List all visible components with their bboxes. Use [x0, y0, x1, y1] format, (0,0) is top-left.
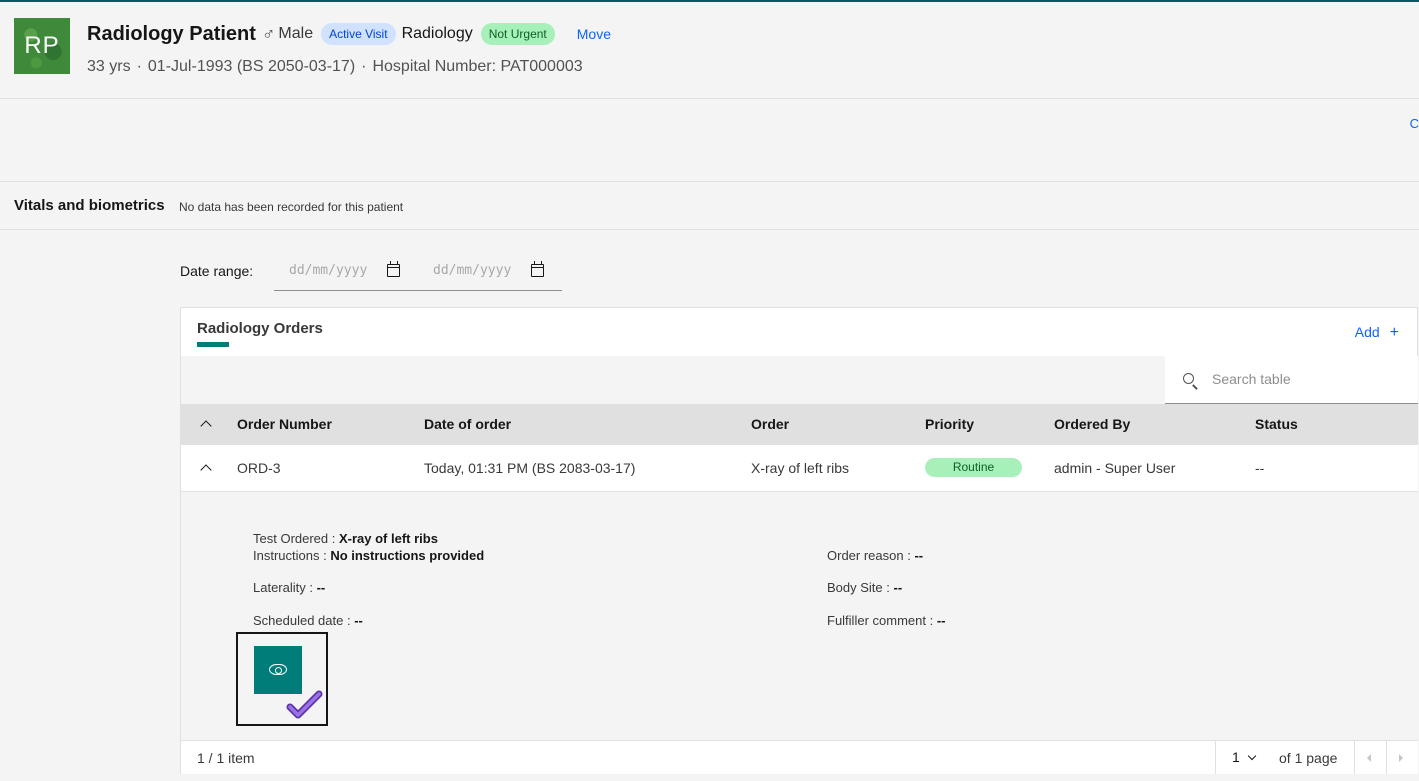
order-number: ORD-3 — [237, 460, 281, 476]
eye-icon — [269, 664, 287, 675]
detail-label: Body Site : — [827, 580, 894, 595]
pagination-bar: 1 / 1 item 1 of 1 page — [181, 740, 1418, 774]
vitals-empty-note: No data has been recorded for this patie… — [179, 200, 404, 214]
page-select[interactable]: 1 — [1232, 749, 1257, 765]
date-range-label: Date range: — [180, 263, 254, 279]
next-page-button[interactable] — [1386, 741, 1418, 774]
view-results-highlight — [236, 632, 328, 726]
detail-label: Order reason : — [827, 548, 915, 563]
table-header: Order Number Date of order Order Priorit… — [181, 404, 1418, 445]
patient-location: Radiology — [401, 25, 473, 42]
fulfiller-comment-detail: Fulfiller comment : -- — [827, 613, 945, 628]
chevron-down-icon — [1247, 751, 1257, 761]
patient-gender: Male — [278, 25, 314, 42]
order-name: X-ray of left ribs — [751, 460, 850, 476]
test-ordered-detail: Test Ordered : X-ray of left ribs — [253, 531, 438, 546]
patient-banner: RP Radiology Patient ♂ Male Active Visit… — [0, 2, 1419, 99]
current-page: 1 — [1232, 749, 1240, 765]
instructions-detail: Instructions : No instructions provided — [253, 548, 484, 563]
scheduled-date-detail: Scheduled date : -- — [253, 613, 363, 628]
column-header-priority[interactable]: Priority — [925, 416, 974, 432]
empty-banner-band: C — [0, 99, 1419, 182]
order-date: Today, 01:31 PM (BS 2083-03-17) — [424, 460, 636, 476]
end-date-placeholder: dd/mm/yyyy — [433, 263, 512, 278]
search-icon — [1183, 373, 1194, 384]
detail-value: No instructions provided — [330, 548, 485, 563]
patient-name: Radiology Patient — [87, 22, 256, 45]
hospital-number: Hospital Number: PAT000003 — [372, 58, 583, 75]
table-toolbar: Search table — [181, 356, 1418, 404]
detail-value: -- — [354, 613, 363, 628]
start-date-placeholder: dd/mm/yyyy — [289, 263, 368, 278]
detail-value: -- — [936, 613, 946, 628]
order-status: -- — [1255, 460, 1265, 476]
order-reason-detail: Order reason : -- — [827, 548, 923, 563]
detail-label: Test Ordered : — [253, 531, 339, 546]
start-date-input[interactable]: dd/mm/yyyy — [274, 253, 418, 291]
page-total: of 1 page — [1279, 750, 1338, 766]
radiology-orders-card: Radiology Orders Add + Search table Order… — [180, 307, 1418, 774]
plus-icon: + — [1389, 324, 1399, 341]
calendar-icon[interactable] — [387, 261, 400, 277]
detail-label: Laterality : — [253, 580, 317, 595]
column-header-ordered-by[interactable]: Ordered By — [1054, 416, 1130, 432]
checkmark-icon — [286, 690, 323, 719]
column-header-order-number[interactable]: Order Number — [237, 416, 332, 432]
vitals-title: Vitals and biometrics — [14, 197, 165, 214]
urgency-badge: Not Urgent — [480, 23, 555, 45]
column-header-date[interactable]: Date of order — [424, 416, 511, 432]
pager: 1 of 1 page — [1215, 741, 1418, 774]
separator: · — [136, 58, 142, 75]
collapse-row-chevron-icon[interactable] — [200, 464, 212, 476]
order-details-panel: Test Ordered : X-ray of left ribs Instru… — [181, 492, 1418, 740]
items-count: 1 / 1 item — [197, 750, 255, 766]
male-icon: ♂ — [261, 23, 276, 44]
table-row[interactable]: ORD-3 Today, 01:31 PM (BS 2083-03-17) X-… — [181, 445, 1418, 492]
detail-value: -- — [316, 580, 326, 595]
move-link[interactable]: Move — [577, 26, 611, 42]
expand-all-chevron-icon[interactable] — [200, 420, 212, 432]
separator: · — [361, 58, 367, 75]
add-label: Add — [1354, 324, 1380, 340]
ordered-by: admin - Super User — [1054, 460, 1176, 476]
detail-value: X-ray of left ribs — [338, 531, 438, 546]
patient-age: 33 yrs — [87, 58, 131, 75]
caret-right-icon — [1399, 754, 1403, 762]
detail-value: -- — [893, 580, 903, 595]
clipped-link[interactable]: C — [1410, 116, 1419, 131]
column-header-order[interactable]: Order — [751, 416, 789, 432]
active-visit-badge: Active Visit — [321, 23, 396, 45]
patient-avatar: RP — [14, 18, 70, 74]
title-underline — [197, 342, 229, 347]
add-order-button[interactable]: Add + — [1355, 324, 1399, 342]
detail-value: -- — [914, 548, 924, 563]
search-input[interactable]: Search table — [1165, 356, 1418, 404]
view-results-button[interactable] — [254, 646, 302, 694]
vitals-section: Vitals and biometrics No data has been r… — [0, 182, 1419, 230]
end-date-input[interactable]: dd/mm/yyyy — [418, 253, 562, 291]
card-title: Radiology Orders — [197, 320, 323, 337]
caret-left-icon — [1367, 754, 1371, 762]
column-header-status[interactable]: Status — [1255, 416, 1298, 432]
search-placeholder: Search table — [1212, 371, 1291, 387]
previous-page-button[interactable] — [1354, 741, 1386, 774]
priority-badge: Routine — [925, 458, 1022, 477]
body-site-detail: Body Site : -- — [827, 580, 902, 595]
laterality-detail: Laterality : -- — [253, 580, 325, 595]
patient-dob: 01-Jul-1993 (BS 2050-03-17) — [147, 58, 356, 75]
detail-label: Instructions : — [253, 548, 331, 563]
patient-name-row: Radiology Patient ♂ Male Active Visit Ra… — [87, 22, 611, 46]
detail-label: Scheduled date : — [253, 613, 355, 628]
detail-label: Fulfiller comment : — [827, 613, 937, 628]
patient-meta: 33 yrs · 01-Jul-1993 (BS 2050-03-17) · Hospi… — [87, 58, 583, 76]
calendar-icon[interactable] — [531, 261, 544, 277]
